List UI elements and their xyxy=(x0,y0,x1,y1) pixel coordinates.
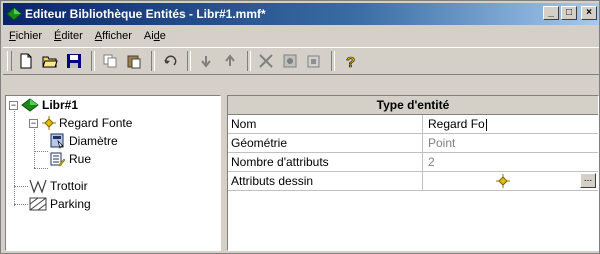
column-divider xyxy=(422,153,423,171)
line-geometry-icon xyxy=(29,179,47,194)
tree-connector xyxy=(14,204,28,205)
grid-row-nom[interactable]: Nom Regard Fo xyxy=(228,115,598,134)
maximize-button[interactable]: □ xyxy=(561,6,577,20)
arrow-down-icon[interactable] xyxy=(195,50,217,72)
svg-text:?: ? xyxy=(346,54,355,69)
polygon-geometry-icon xyxy=(29,197,47,211)
toolbar-separator xyxy=(331,51,335,71)
tree-label: Diamètre xyxy=(69,134,118,148)
entity-tree[interactable]: − Libr#1 − Regard Fonte Diamètre Rue Tro… xyxy=(5,95,221,251)
tree-node-diametre[interactable]: Diamètre xyxy=(50,133,118,149)
column-divider xyxy=(422,115,423,133)
toolbar-grip[interactable] xyxy=(7,51,12,71)
undo-icon[interactable] xyxy=(159,50,181,72)
app-window: Editeur Bibliothèque Entités - Libr#1.mm… xyxy=(0,0,600,254)
grid-row-geometrie[interactable]: Géométrie Point xyxy=(228,134,598,153)
delete-icon[interactable] xyxy=(255,50,277,72)
library-diamond-icon xyxy=(21,98,39,112)
menu-editer[interactable]: Éditer xyxy=(48,27,89,45)
minimize-button[interactable]: _ xyxy=(543,6,559,20)
tree-label: Libr#1 xyxy=(42,98,79,112)
toolbar-separator xyxy=(247,51,251,71)
arrow-up-icon[interactable] xyxy=(219,50,241,72)
close-button[interactable]: × xyxy=(581,6,597,20)
menu-fichier[interactable]: Fichier xyxy=(3,27,48,45)
tree-connector xyxy=(34,168,48,169)
column-divider xyxy=(422,134,423,152)
tree-connector xyxy=(14,186,28,187)
tree-label: Parking xyxy=(50,197,91,211)
name-input[interactable]: Regard Fo xyxy=(428,115,487,133)
column-divider xyxy=(422,172,423,190)
toolbar: ? xyxy=(3,47,599,75)
tree-node-rue[interactable]: Rue xyxy=(50,151,91,167)
collapse-icon[interactable]: − xyxy=(29,118,38,128)
property-value: 2 xyxy=(428,155,435,169)
menu-aide[interactable]: Aide xyxy=(138,27,172,45)
grid-header: Type d'entité xyxy=(228,96,598,115)
property-name: Attributs dessin xyxy=(231,174,314,188)
window-title: Editeur Bibliothèque Entités - Libr#1.mm… xyxy=(25,7,266,21)
menu-bar: Fichier Éditer Afficher Aide xyxy=(3,27,599,45)
tree-node-root[interactable]: − Libr#1 xyxy=(9,97,78,113)
collapse-icon[interactable]: − xyxy=(9,100,18,110)
text-attribute-icon xyxy=(50,152,66,167)
grid-row-nombre-attributs[interactable]: Nombre d'attributs 2 xyxy=(228,153,598,172)
attribute-icon xyxy=(50,133,64,149)
tree-node-trottoir[interactable]: Trottoir xyxy=(29,178,88,194)
import-icon[interactable] xyxy=(303,50,325,72)
property-name: Nombre d'attributs xyxy=(231,155,329,169)
toolbar-separator xyxy=(151,51,155,71)
edit-drawing-attributes-button[interactable]: ... xyxy=(580,173,596,188)
save-icon[interactable] xyxy=(63,50,85,72)
tree-label: Trottoir xyxy=(50,179,88,193)
name-input-value: Regard Fo xyxy=(428,117,485,131)
help-icon[interactable]: ? xyxy=(339,50,361,72)
paste-icon[interactable] xyxy=(123,50,145,72)
title-bar[interactable]: Editeur Bibliothèque Entités - Libr#1.mm… xyxy=(3,3,599,25)
point-marker-icon xyxy=(496,174,510,188)
property-name: Géométrie xyxy=(231,136,288,150)
text-caret xyxy=(485,118,487,131)
library-diamond-icon xyxy=(6,7,22,21)
property-grid: Type d'entité Nom Regard Fo Géométrie Po… xyxy=(227,95,599,251)
grid-row-attributs-dessin[interactable]: Attributs dessin ... xyxy=(228,172,598,191)
toolbar-separator xyxy=(91,51,95,71)
tree-connector xyxy=(34,151,48,152)
new-icon[interactable] xyxy=(15,50,37,72)
tree-label: Regard Fonte xyxy=(59,116,133,130)
toolbar-separator xyxy=(187,51,191,71)
properties-icon[interactable] xyxy=(279,50,301,72)
tree-connector xyxy=(34,126,35,168)
point-marker-icon xyxy=(42,116,56,130)
menu-afficher[interactable]: Afficher xyxy=(89,27,138,45)
tree-label: Rue xyxy=(69,152,92,166)
tree-node-regard-fonte[interactable]: − Regard Fonte xyxy=(29,115,132,131)
property-value: Point xyxy=(428,136,456,150)
copy-icon[interactable] xyxy=(99,50,121,72)
tree-connector xyxy=(14,108,15,206)
open-icon[interactable] xyxy=(39,50,61,72)
property-name: Nom xyxy=(231,117,257,131)
tree-node-parking[interactable]: Parking xyxy=(29,196,91,212)
